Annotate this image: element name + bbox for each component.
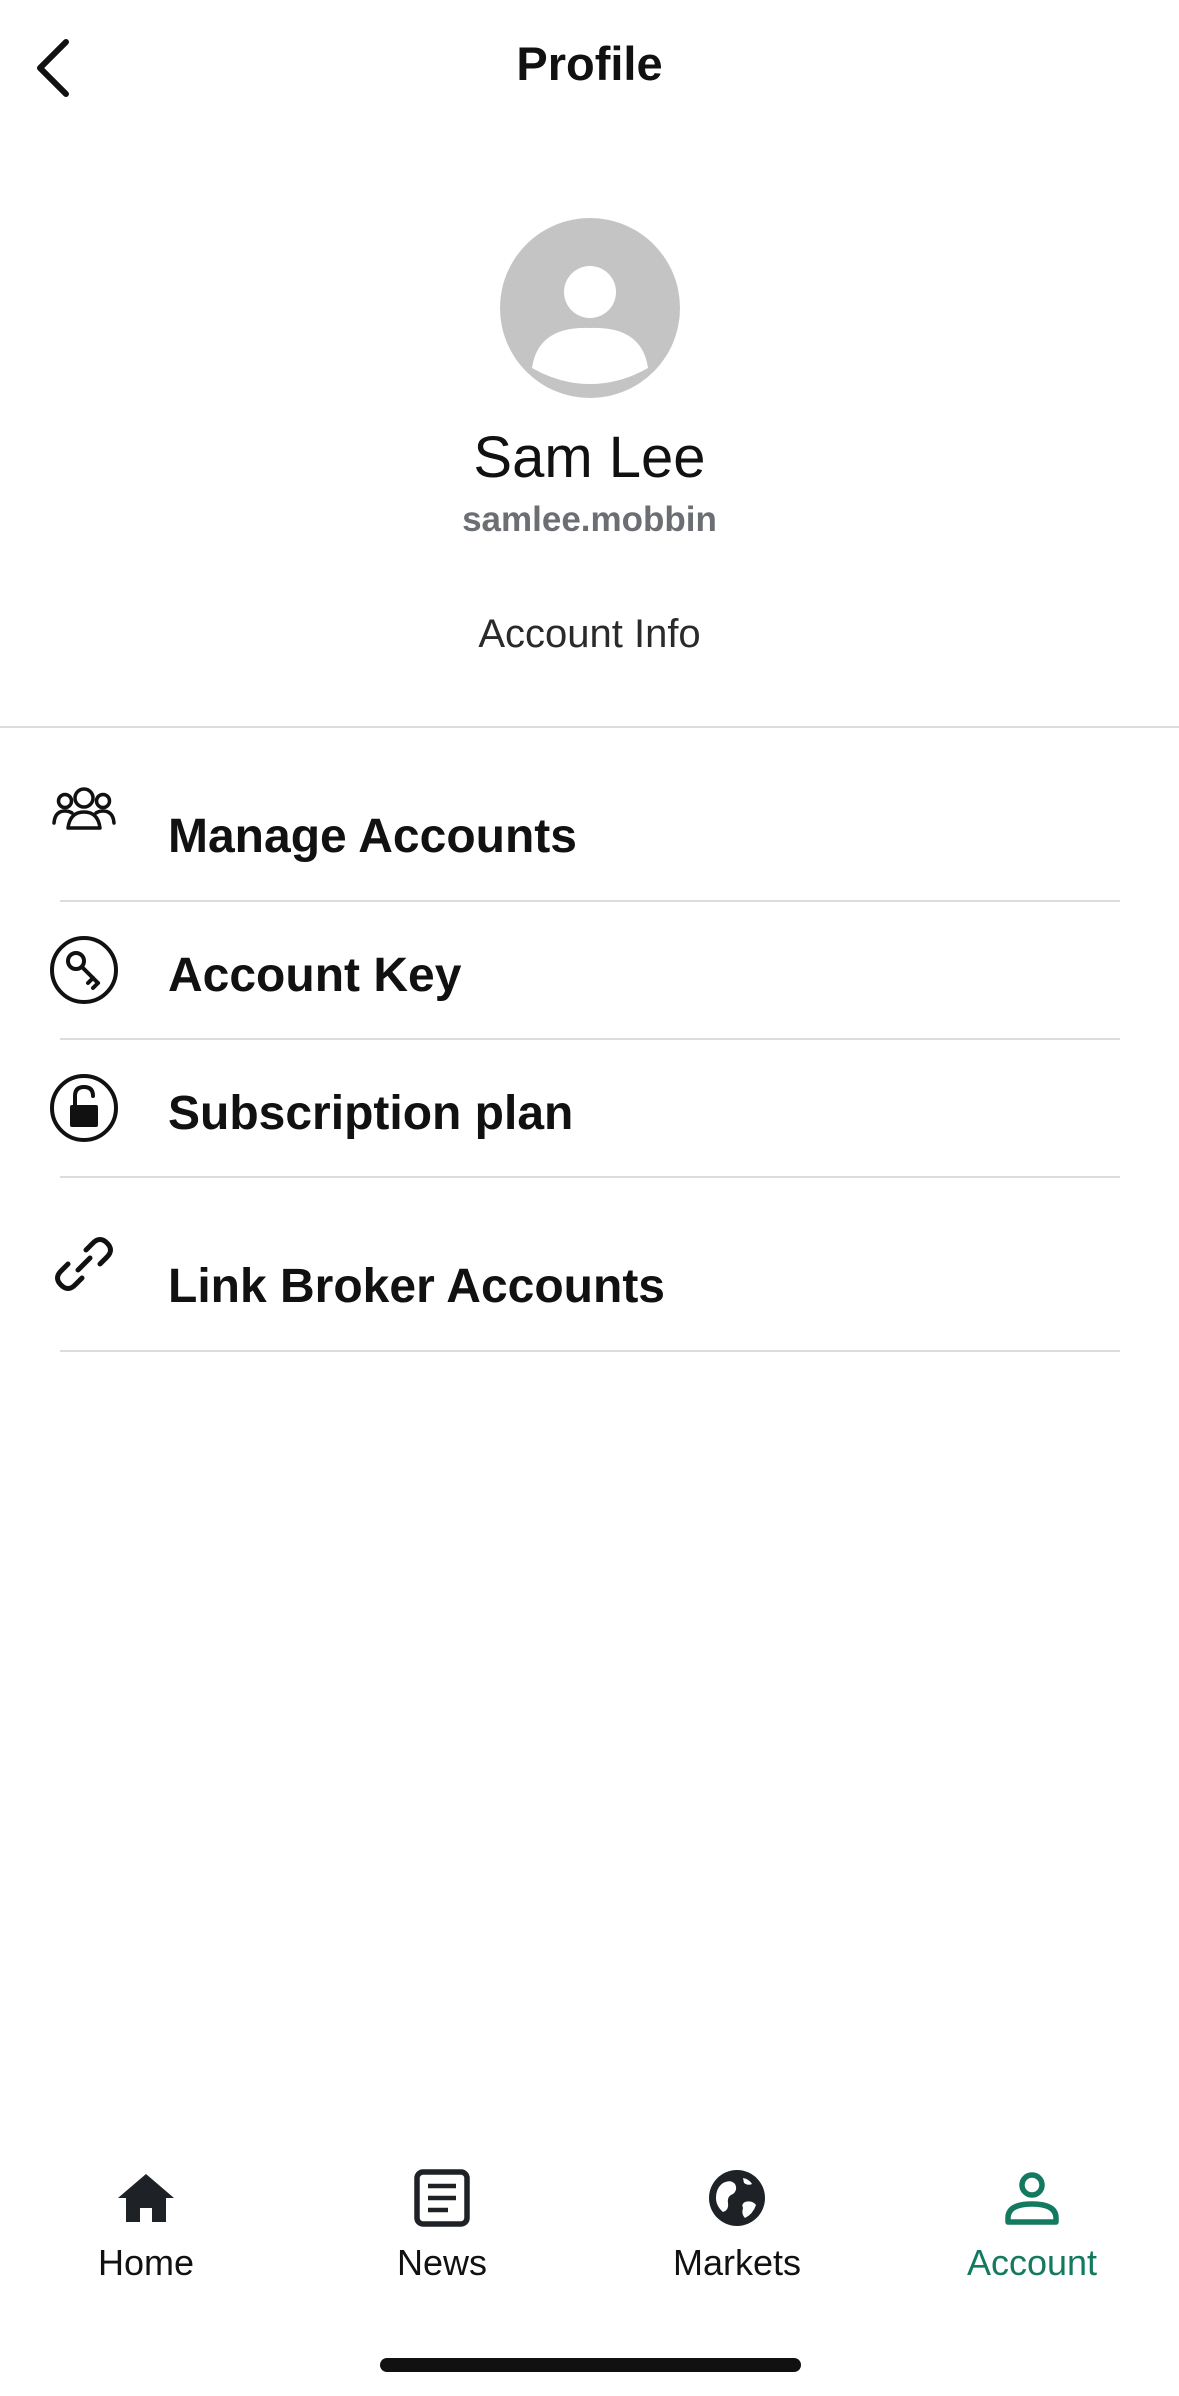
header: Profile	[0, 0, 1179, 140]
menu-item-label: Account Key	[168, 949, 462, 1002]
tab-home[interactable]: Home	[36, 2150, 256, 2300]
tab-markets[interactable]: Markets	[627, 2150, 847, 2300]
tab-label: Markets	[672, 2242, 802, 2283]
home-indicator[interactable]	[380, 2358, 801, 2372]
profile-username: samlee.mobbin	[462, 500, 717, 539]
person-icon	[1000, 2166, 1064, 2230]
menu-item-link-broker-accounts[interactable]: Link Broker Accounts	[0, 1178, 1179, 1352]
profile-name: Sam Lee	[473, 425, 706, 490]
menu-item-manage-accounts[interactable]: Manage Accounts	[0, 728, 1179, 902]
globe-icon	[705, 2166, 769, 2230]
page-title: Profile	[516, 37, 663, 90]
key-icon	[48, 934, 120, 1006]
tab-bar: Home News Markets Account	[0, 2150, 1179, 2300]
tab-account[interactable]: Account	[922, 2150, 1142, 2300]
news-icon	[410, 2166, 474, 2230]
menu-item-label: Manage Accounts	[168, 810, 577, 863]
users-icon	[48, 774, 120, 846]
menu-divider	[60, 1350, 1120, 1352]
default-avatar-icon	[532, 266, 648, 384]
tab-label: Home	[97, 2242, 195, 2283]
home-icon	[114, 2166, 178, 2230]
lock-icon	[48, 1072, 120, 1144]
account-info-link[interactable]: Account Info	[0, 612, 1179, 657]
link-icon	[48, 1228, 120, 1300]
menu-item-label: Subscription plan	[168, 1087, 574, 1140]
tab-news[interactable]: News	[332, 2150, 552, 2300]
avatar	[500, 218, 680, 398]
menu-item-label: Link Broker Accounts	[168, 1260, 665, 1313]
tab-label: News	[396, 2242, 488, 2283]
tab-label: Account	[966, 2242, 1098, 2283]
menu-item-account-key[interactable]: Account Key	[0, 902, 1179, 1040]
menu-item-subscription-plan[interactable]: Subscription plan	[0, 1040, 1179, 1178]
